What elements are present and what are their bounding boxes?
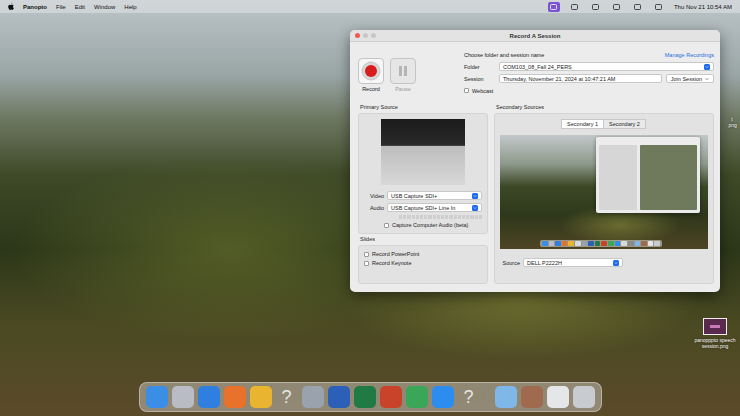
dock-app-icon[interactable] <box>406 386 428 408</box>
field-label: Session <box>464 76 495 82</box>
checkbox[interactable] <box>364 261 369 266</box>
zoom-button[interactable] <box>371 33 376 38</box>
checkbox[interactable] <box>364 252 369 257</box>
section-title: Slides <box>358 236 488 243</box>
slides-checkbox[interactable]: Record PowerPoint <box>364 251 482 257</box>
menu-item[interactable]: Window <box>94 4 115 10</box>
dock-app-icon[interactable] <box>354 386 376 408</box>
section-title: Primary Source <box>358 104 488 111</box>
dock-app-icon[interactable] <box>328 386 350 408</box>
dock-missing-app[interactable]: ? <box>276 386 298 408</box>
left-column: Primary Source VideoUSB Capture SDI+Audio… <box>358 104 488 284</box>
dock-app-icon[interactable] <box>547 386 569 408</box>
dock-app-icon[interactable] <box>432 386 454 408</box>
dock-app-icon[interactable] <box>302 386 324 408</box>
chevron-icon <box>613 260 619 266</box>
title-bar: Record A Session <box>350 30 720 42</box>
close-button[interactable] <box>355 33 360 38</box>
window-title: Record A Session <box>395 33 675 39</box>
video-preview <box>381 119 465 185</box>
minimize-button[interactable] <box>363 33 368 38</box>
field-label: Folder <box>464 64 495 70</box>
session-form: Choose folder and session name Manage Rec… <box>364 46 714 104</box>
capture-audio-checkbox[interactable]: Capture Computer Audio (beta) <box>384 222 482 228</box>
status-icon[interactable] <box>611 2 623 12</box>
menu-bar: Panopto File Edit Window Help Thu Nov 21 10:5… <box>0 0 740 13</box>
field-label: Source <box>500 260 520 266</box>
file-label: panopppto speechsession.png <box>694 337 735 349</box>
pause-button[interactable] <box>390 58 416 84</box>
record-button[interactable] <box>358 58 384 84</box>
dock-app-icon[interactable] <box>224 386 246 408</box>
chevron-icon <box>704 64 710 70</box>
audio-meter <box>364 215 482 219</box>
slides-panel: Record PowerPoint Record Keynote <box>358 245 488 284</box>
folder-select[interactable]: COM103_08_Fall 24_PERS <box>499 62 714 71</box>
mini-window <box>596 137 700 213</box>
source-select[interactable]: DELL P2222H <box>523 258 623 267</box>
file-label: t.png <box>727 116 737 128</box>
session-input[interactable]: Thursday, November 21, 2024 at 10:47:21 … <box>499 74 662 83</box>
dock-app-icon[interactable] <box>250 386 272 408</box>
field-label: Video <box>364 193 384 199</box>
status-icon[interactable] <box>632 2 644 12</box>
section-title: Secondary Sources <box>494 104 714 111</box>
form-heading: Choose folder and session name <box>464 52 661 58</box>
desktop: Panopto File Edit Window Help Thu Nov 21 10:5… <box>0 0 740 416</box>
status-icon[interactable] <box>653 2 665 12</box>
pause-icon <box>396 64 410 78</box>
right-column: Secondary SourcesSecondary 1Secondary 2S… <box>494 104 714 284</box>
status-icon[interactable] <box>590 2 602 12</box>
status-icon[interactable] <box>569 2 581 12</box>
record-icon <box>361 61 381 81</box>
video-select[interactable]: USB Capture SDI+ <box>387 191 482 200</box>
status-icon[interactable] <box>548 2 560 12</box>
tabs: Secondary 1Secondary 2 <box>500 119 708 129</box>
clock[interactable]: Thu Nov 21 10:54 AM <box>674 4 732 10</box>
apple-icon[interactable] <box>8 3 14 10</box>
dock-app-icon[interactable] <box>380 386 402 408</box>
webcast-checkbox[interactable]: Webcast <box>464 88 493 94</box>
control-item: Record <box>358 58 384 92</box>
manage-recordings-link[interactable]: Manage Recordings <box>665 52 714 58</box>
desktop-file[interactable]: panopppto speechsession.png <box>695 318 735 349</box>
audio-select[interactable]: USB Capture SDI+ Line In <box>387 203 482 212</box>
dock-app-icon[interactable] <box>198 386 220 408</box>
menu-item[interactable]: Help <box>124 4 136 10</box>
menu-item[interactable]: File <box>56 4 66 10</box>
dock-app-icon[interactable] <box>495 386 517 408</box>
control-label: Pause <box>395 86 411 92</box>
app-menu[interactable]: Panopto <box>23 4 47 10</box>
mini-dock <box>540 240 662 247</box>
screen-preview <box>500 135 708 249</box>
tab[interactable]: Secondary 2 <box>603 119 646 129</box>
tab[interactable]: Secondary 1 <box>561 119 604 129</box>
chevron-icon <box>472 205 478 211</box>
file-thumbnail-icon <box>703 318 727 335</box>
dock-missing-app[interactable]: ? <box>458 386 480 408</box>
record-window: Record A SessionRecordPauseChoose folder… <box>350 30 720 292</box>
dock-app-icon[interactable] <box>146 386 168 408</box>
dock: ?? <box>139 382 602 412</box>
chevron-icon <box>472 193 478 199</box>
checkbox[interactable] <box>464 88 469 93</box>
dock-app-icon[interactable] <box>521 386 543 408</box>
control-label: Record <box>362 86 380 92</box>
control-item: Pause <box>390 58 416 92</box>
checkbox[interactable] <box>384 223 389 228</box>
menu-item[interactable]: Edit <box>75 4 85 10</box>
secondary-sources-panel: Secondary 1Secondary 2 SourceDELL P2222H <box>494 113 714 284</box>
dock-app-icon[interactable] <box>573 386 595 408</box>
dock-separator <box>487 386 488 408</box>
join-session-button[interactable]: Join Session <box>666 74 714 83</box>
field-label: Audio <box>364 205 384 211</box>
slides-checkbox[interactable]: Record Keynote <box>364 260 482 266</box>
primary-source-panel: VideoUSB Capture SDI+AudioUSB Capture SD… <box>358 113 488 234</box>
chevron-icon <box>705 77 709 81</box>
dock-app-icon[interactable] <box>172 386 194 408</box>
